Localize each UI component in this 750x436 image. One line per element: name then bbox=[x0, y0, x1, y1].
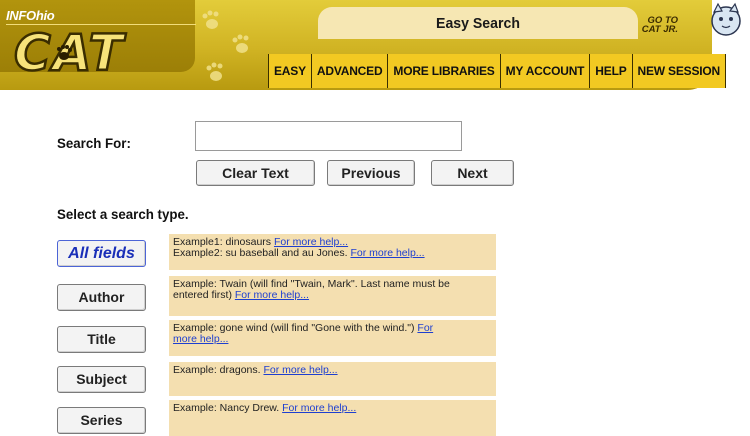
nav-more-libraries[interactable]: MORE LIBRARIES bbox=[387, 54, 500, 88]
title-button[interactable]: Title bbox=[57, 326, 146, 353]
all-fields-button[interactable]: All fields bbox=[57, 240, 146, 267]
author-help-link[interactable]: For more help... bbox=[235, 289, 309, 301]
nav-my-account[interactable]: MY ACCOUNT bbox=[499, 54, 590, 88]
title-help-link-a[interactable]: For bbox=[417, 322, 433, 334]
paw-prints-decoration bbox=[202, 10, 249, 81]
subject-help-link[interactable]: For more help... bbox=[263, 364, 337, 376]
infohio-brand[interactable]: INFOhio bbox=[6, 8, 55, 23]
subject-help: Example: dragons. For more help... bbox=[169, 362, 496, 396]
author-button[interactable]: Author bbox=[57, 284, 146, 311]
cat-jr-icon[interactable] bbox=[708, 2, 744, 38]
select-search-type-label: Select a search type. bbox=[57, 206, 189, 222]
subject-button[interactable]: Subject bbox=[57, 366, 146, 393]
site-header: INFOhio CAT Easy Search GO TO CAT JR. EA… bbox=[0, 0, 750, 95]
page-title: Easy Search bbox=[436, 15, 520, 32]
goto-line2: CAT JR. bbox=[641, 24, 678, 35]
series-button[interactable]: Series bbox=[57, 407, 146, 434]
all-fields-help-link-2[interactable]: For more help... bbox=[350, 247, 424, 259]
series-example: Example: Nancy Drew. bbox=[173, 402, 283, 414]
all-fields-example2: Example2: su baseball and au Jones. bbox=[173, 247, 351, 259]
next-button[interactable]: Next bbox=[431, 160, 514, 186]
all-fields-help: Example1: dinosaurs For more help... Exa… bbox=[169, 234, 496, 270]
goto-cat-jr-label: GO TO CAT JR. bbox=[641, 16, 678, 35]
nav-advanced[interactable]: ADVANCED bbox=[310, 54, 388, 88]
page-title-tab: Easy Search bbox=[318, 7, 638, 39]
main-nav: EASY ADVANCED MORE LIBRARIES MY ACCOUNT … bbox=[268, 54, 726, 88]
series-help: Example: Nancy Drew. For more help... bbox=[169, 400, 496, 436]
nav-help[interactable]: HELP bbox=[589, 54, 632, 88]
nav-easy[interactable]: EASY bbox=[268, 54, 311, 88]
nav-new-session[interactable]: NEW SESSION bbox=[631, 54, 726, 88]
search-input[interactable] bbox=[195, 121, 462, 151]
author-help: Example: Twain (will find "Twain, Mark".… bbox=[169, 276, 496, 316]
cat-logo[interactable]: CAT bbox=[12, 22, 152, 78]
series-help-link[interactable]: For more help... bbox=[282, 402, 356, 414]
goto-cat-jr-link[interactable]: GO TO CAT JR. bbox=[638, 7, 712, 39]
title-help-link-b[interactable]: more help... bbox=[173, 333, 228, 345]
author-example-line2: entered first) bbox=[173, 289, 235, 301]
title-help: Example: gone wind (will find "Gone with… bbox=[169, 320, 496, 356]
clear-text-button[interactable]: Clear Text bbox=[196, 160, 315, 186]
subject-example: Example: dragons. bbox=[173, 364, 264, 376]
search-for-label: Search For: bbox=[57, 135, 131, 151]
previous-button[interactable]: Previous bbox=[327, 160, 415, 186]
